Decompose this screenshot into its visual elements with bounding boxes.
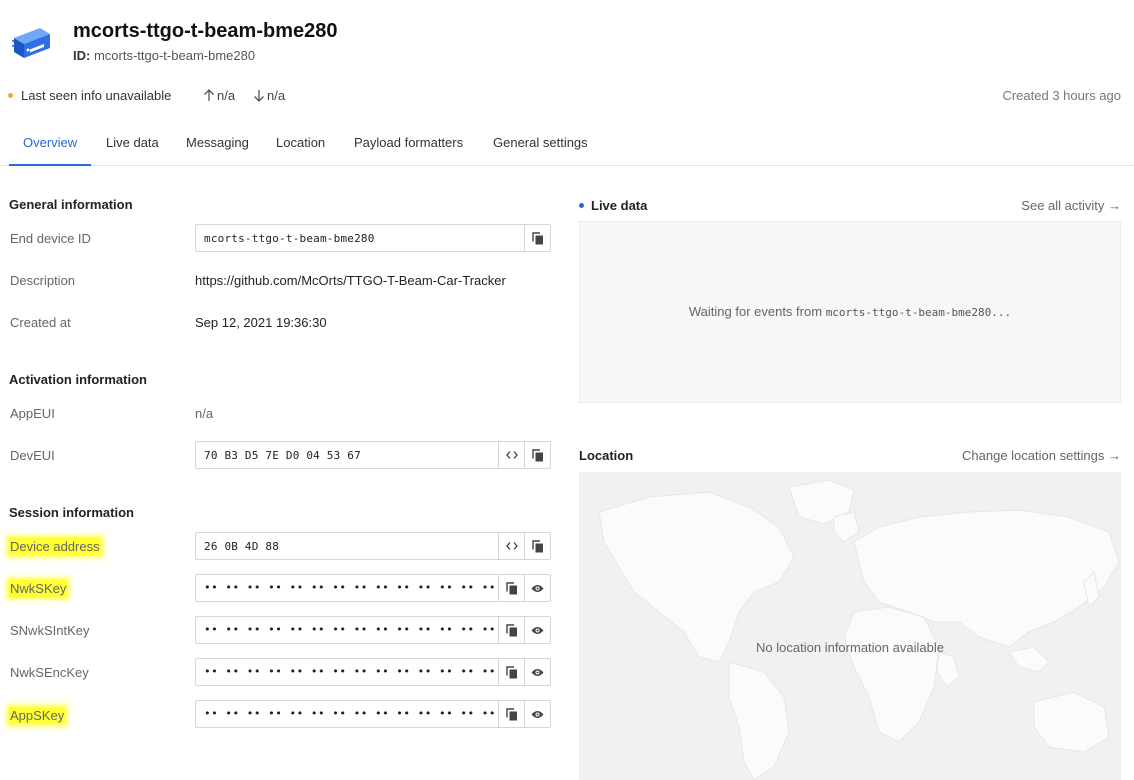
uplink-value: n/a xyxy=(217,88,236,103)
change-location-settings-link[interactable]: Change location settings → xyxy=(962,448,1121,463)
arrow-down-icon xyxy=(253,89,265,102)
copy-button[interactable] xyxy=(524,442,550,468)
device-icon xyxy=(10,26,54,60)
appskey-label: AppSKey xyxy=(9,707,66,724)
code-icon xyxy=(505,542,518,550)
copy-icon xyxy=(505,707,517,720)
deveui-value[interactable]: 70 B3 D5 7E D0 04 53 67 xyxy=(196,442,498,468)
created-time: Created 3 hours ago xyxy=(1002,88,1121,103)
copy-button[interactable] xyxy=(498,575,524,601)
eye-icon xyxy=(531,584,544,592)
show-key-button[interactable] xyxy=(524,701,550,727)
copy-icon xyxy=(505,623,517,636)
toggle-format-button[interactable] xyxy=(498,533,524,559)
copy-button[interactable] xyxy=(498,617,524,643)
location-map: No location information available xyxy=(579,472,1121,780)
general-info-title: General information xyxy=(9,197,133,212)
tab-payload-formatters[interactable]: Payload formatters xyxy=(340,135,477,166)
nwksenckey-value[interactable]: •• •• •• •• •• •• •• •• •• •• •• •• •• •… xyxy=(196,659,498,685)
eye-icon xyxy=(531,626,544,634)
eye-icon xyxy=(531,710,544,718)
waiting-prefix: Waiting for events from xyxy=(688,304,823,319)
eye-icon xyxy=(531,668,544,676)
nwksenckey-label: NwkSEncKey xyxy=(10,665,89,680)
downlink-counter: n/a xyxy=(253,88,285,103)
copy-button[interactable] xyxy=(498,659,524,685)
end-device-id-field: mcorts-ttgo-t-beam-bme280 xyxy=(195,224,551,252)
arrow-up-icon xyxy=(203,89,215,102)
world-map-icon xyxy=(598,479,1120,780)
show-key-button[interactable] xyxy=(524,659,550,685)
description-value: https://github.com/McOrts/TTGO-T-Beam-Ca… xyxy=(195,273,506,288)
copy-icon xyxy=(505,581,517,594)
tab-messaging[interactable]: Messaging xyxy=(172,135,263,166)
see-all-activity-link[interactable]: See all activity → xyxy=(1021,198,1121,213)
toggle-format-button[interactable] xyxy=(498,442,524,468)
created-at-value: Sep 12, 2021 19:36:30 xyxy=(195,315,327,330)
end-device-id-label: End device ID xyxy=(10,231,91,246)
snwksintkey-field: •• •• •• •• •• •• •• •• •• •• •• •• •• •… xyxy=(195,616,551,644)
last-seen-status: Last seen info unavailable xyxy=(21,88,172,103)
session-info-title: Session information xyxy=(9,505,134,520)
appeui-label: AppEUI xyxy=(10,406,55,421)
tab-overview[interactable]: Overview xyxy=(9,135,92,166)
copy-button[interactable] xyxy=(524,533,550,559)
snwksintkey-label: SNwkSIntKey xyxy=(10,623,90,638)
copy-button[interactable] xyxy=(498,701,524,727)
appskey-field: •• •• •• •• •• •• •• •• •• •• •• •• •• •… xyxy=(195,700,551,728)
waiting-device-id: mcorts-ttgo-t-beam-bme280... xyxy=(825,306,1012,319)
live-data-title: Live data xyxy=(591,198,648,213)
status-dot xyxy=(8,93,13,98)
nwkskey-field: •• •• •• •• •• •• •• •• •• •• •• •• •• •… xyxy=(195,574,551,602)
nwksenckey-field: •• •• •• •• •• •• •• •• •• •• •• •• •• •… xyxy=(195,658,551,686)
nwkskey-label: NwkSKey xyxy=(9,580,68,597)
device-header: mcorts-ttgo-t-beam-bme280 ID: mcorts-ttg… xyxy=(10,18,1130,68)
downlink-value: n/a xyxy=(267,88,286,103)
code-icon xyxy=(505,451,518,459)
live-indicator-dot xyxy=(579,203,584,208)
uplink-counter: n/a xyxy=(203,88,235,103)
tab-general-settings[interactable]: General settings xyxy=(479,135,602,166)
waiting-message: Waiting for events from mcorts-ttgo-t-be… xyxy=(580,304,1120,319)
device-id-value: mcorts-ttgo-t-beam-bme280 xyxy=(93,48,256,63)
live-data-panel: Waiting for events from mcorts-ttgo-t-be… xyxy=(579,221,1121,403)
location-title: Location xyxy=(579,448,634,463)
appeui-value: n/a xyxy=(195,406,214,421)
show-key-button[interactable] xyxy=(524,575,550,601)
no-location-message: No location information available xyxy=(756,640,944,655)
device-address-value[interactable]: 26 0B 4D 88 xyxy=(196,533,498,559)
copy-icon xyxy=(505,665,517,678)
deveui-field: 70 B3 D5 7E D0 04 53 67 xyxy=(195,441,551,469)
live-data-header: Live data See all activity → xyxy=(579,197,1121,215)
copy-button[interactable] xyxy=(524,225,550,251)
device-address-label: Device address xyxy=(9,538,101,555)
created-at-label: Created at xyxy=(10,315,71,330)
description-label: Description xyxy=(10,273,76,288)
appskey-value[interactable]: •• •• •• •• •• •• •• •• •• •• •• •• •• •… xyxy=(196,701,498,727)
device-address-field: 26 0B 4D 88 xyxy=(195,532,551,560)
status-row: Last seen info unavailable n/a n/a Creat… xyxy=(8,86,1124,108)
tab-bar: Overview Live data Messaging Location Pa… xyxy=(0,126,1134,166)
nwkskey-value[interactable]: •• •• •• •• •• •• •• •• •• •• •• •• •• •… xyxy=(196,575,498,601)
activation-info-title: Activation information xyxy=(9,372,147,387)
device-id-label: ID: xyxy=(73,48,91,63)
deveui-label: DevEUI xyxy=(10,448,55,463)
device-id-line: ID: mcorts-ttgo-t-beam-bme280 xyxy=(73,48,255,63)
copy-icon xyxy=(531,448,543,461)
end-device-id-value[interactable]: mcorts-ttgo-t-beam-bme280 xyxy=(196,225,524,251)
copy-icon xyxy=(531,539,543,552)
copy-icon xyxy=(531,231,543,244)
snwksintkey-value[interactable]: •• •• •• •• •• •• •• •• •• •• •• •• •• •… xyxy=(196,617,498,643)
show-key-button[interactable] xyxy=(524,617,550,643)
tab-live-data[interactable]: Live data xyxy=(92,135,173,166)
page-title: mcorts-ttgo-t-beam-bme280 xyxy=(73,20,338,42)
tab-location[interactable]: Location xyxy=(262,135,339,166)
